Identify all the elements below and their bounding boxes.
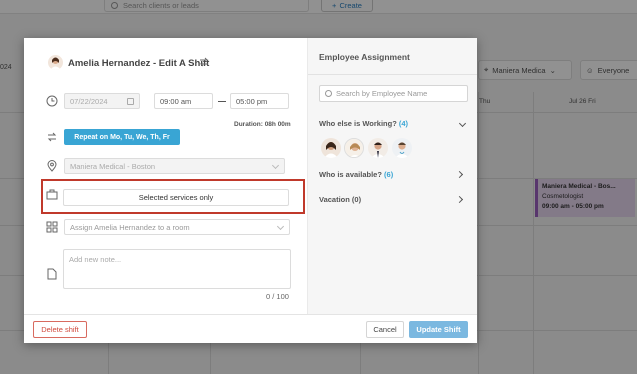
working-count: (4) <box>398 119 409 128</box>
update-shift-button[interactable]: Update Shift <box>409 321 468 338</box>
employee-assignment-pane: Employee Assignment Search by Employee N… <box>307 38 477 314</box>
note-char-count: 0 / 100 <box>266 292 289 301</box>
services-field[interactable]: Selected services only <box>63 189 289 206</box>
location-value: Maniera Medical - Boston <box>70 161 156 171</box>
edit-shift-modal: Amelia Hernandez - Edit A Shift 07/22/20… <box>24 38 477 343</box>
duration-label: Duration: 08h 00m <box>234 121 291 128</box>
shift-details-pane: Amelia Hernandez - Edit A Shift 07/22/20… <box>24 38 307 314</box>
clock-icon <box>46 95 58 107</box>
start-time-field[interactable]: 09:00 am <box>154 93 213 109</box>
search-icon <box>325 90 332 97</box>
end-time-value: 05:00 pm <box>236 96 268 106</box>
chevron-down-icon <box>276 222 285 231</box>
calendar-icon <box>127 98 134 105</box>
delete-shift-button[interactable]: Delete shift <box>33 321 87 338</box>
location-select[interactable]: Maniera Medical - Boston <box>64 158 285 174</box>
who-else-working-toggle[interactable]: Who else is Working? (4) <box>319 119 408 128</box>
room-select[interactable]: Assign Amelia Hernandez to a room <box>64 219 290 235</box>
employee-assignment-title: Employee Assignment <box>319 52 410 62</box>
document-icon <box>47 268 57 280</box>
vacation-toggle[interactable]: Vacation (0) <box>319 195 361 204</box>
divider <box>308 74 477 75</box>
repeat-button[interactable]: Repeat on Mo, Tu, We, Th, Fr <box>64 129 180 145</box>
room-placeholder: Assign Amelia Hernandez to a room <box>70 222 190 232</box>
cancel-button[interactable]: Cancel <box>366 321 404 338</box>
date-field[interactable]: 07/22/2024 <box>64 93 140 109</box>
chevron-down-icon[interactable] <box>458 119 467 128</box>
working-label: Who else is Working? <box>319 119 397 128</box>
who-is-available-toggle[interactable]: Who is available? (6) <box>319 170 393 179</box>
swap-icon[interactable] <box>199 57 209 67</box>
room-grid-icon <box>46 221 58 233</box>
chevron-right-icon[interactable] <box>455 170 464 179</box>
employee-avatar[interactable] <box>344 138 364 158</box>
date-value: 07/22/2024 <box>70 96 108 106</box>
chevron-down-icon <box>271 161 280 170</box>
repeat-icon <box>47 132 57 142</box>
modal-title: Amelia Hernandez - Edit A Shift <box>68 58 210 69</box>
briefcase-icon <box>46 189 58 200</box>
employee-avatar[interactable] <box>392 138 412 158</box>
employee-search-input[interactable]: Search by Employee Name <box>319 85 468 102</box>
employee-avatar[interactable] <box>368 138 388 158</box>
time-separator <box>218 101 226 102</box>
note-textarea[interactable]: Add new note... <box>63 249 291 289</box>
available-label: Who is available? <box>319 170 382 179</box>
employee-search-placeholder: Search by Employee Name <box>336 89 428 98</box>
end-time-field[interactable]: 05:00 pm <box>230 93 289 109</box>
location-pin-icon <box>47 160 57 172</box>
employee-avatar[interactable] <box>321 138 341 158</box>
available-count: (6) <box>384 170 394 179</box>
start-time-value: 09:00 am <box>160 96 192 106</box>
modal-footer: Delete shift Cancel Update Shift <box>24 314 477 343</box>
avatar <box>48 55 63 70</box>
chevron-right-icon[interactable] <box>455 195 464 204</box>
